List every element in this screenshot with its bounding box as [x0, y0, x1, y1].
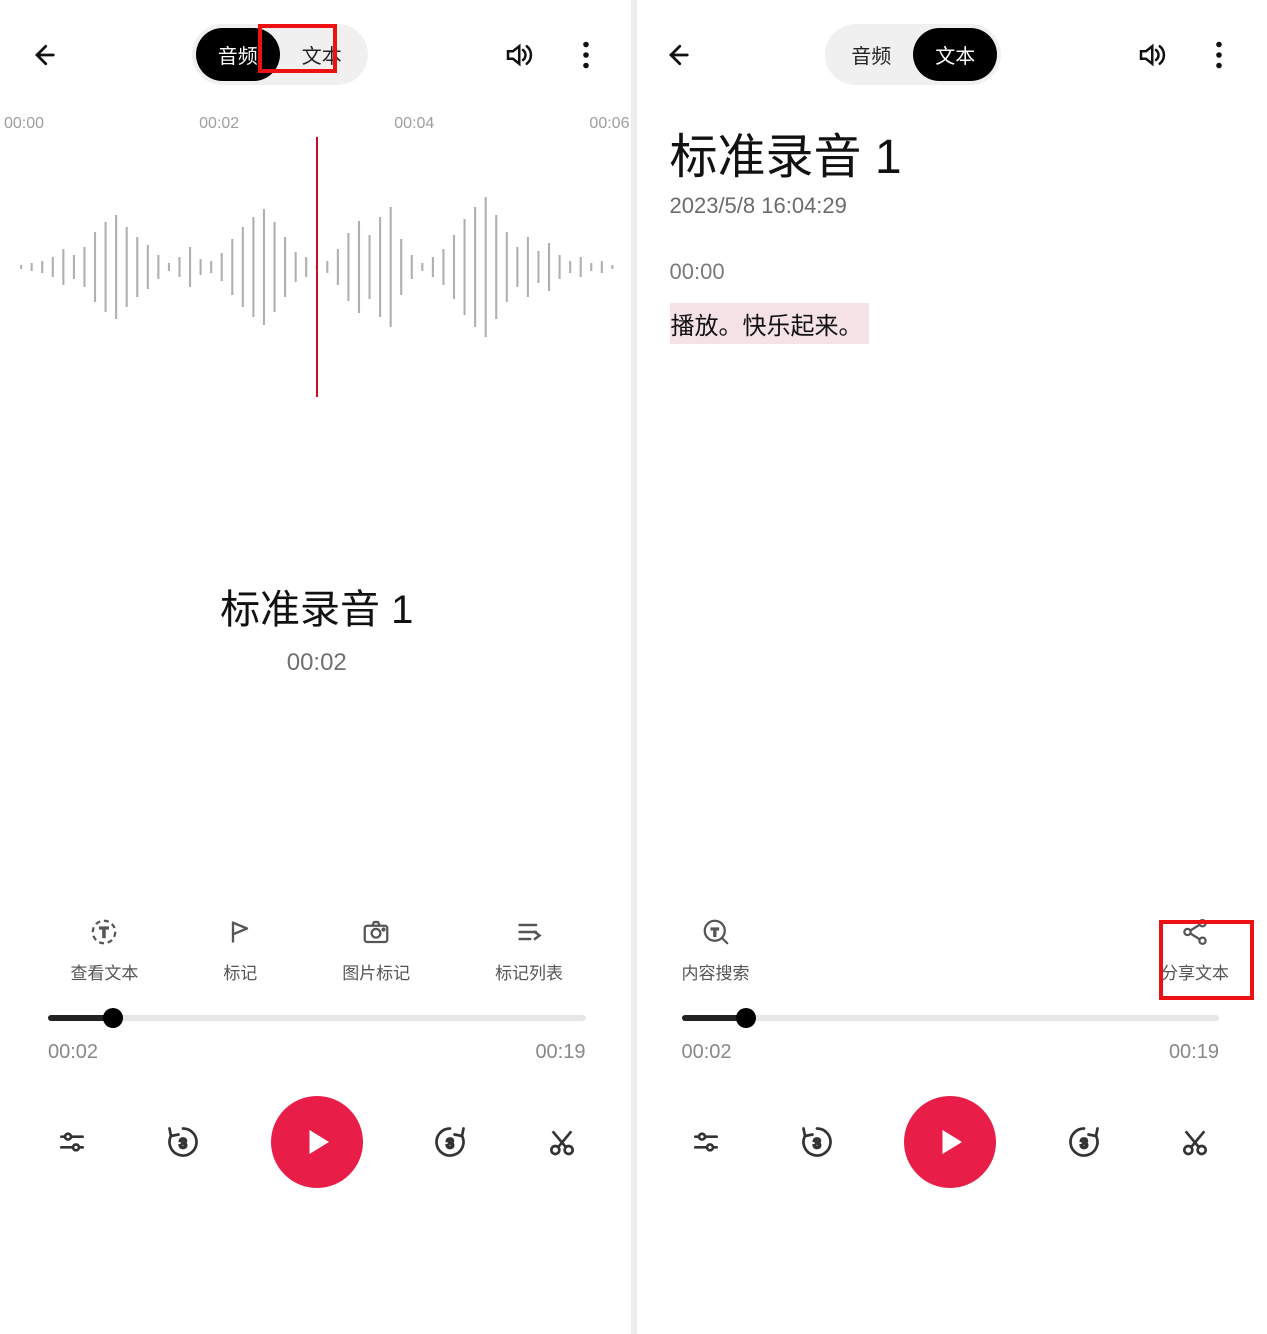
- content-search-button[interactable]: T 内容搜索: [682, 915, 750, 984]
- mark-list-button[interactable]: 标记列表: [495, 915, 563, 984]
- forward-3s-button[interactable]: 3: [1060, 1118, 1108, 1166]
- content-search-label: 内容搜索: [682, 959, 750, 984]
- rewind-3s-button[interactable]: 3: [793, 1118, 841, 1166]
- slider-current: 00:02: [682, 1041, 732, 1064]
- equalizer-button[interactable]: [48, 1118, 96, 1166]
- mark-button[interactable]: 标记: [223, 915, 257, 984]
- volume-button[interactable]: [498, 35, 538, 75]
- equalizer-button[interactable]: [682, 1118, 730, 1166]
- slider-labels: 00:02 00:19: [682, 1041, 1220, 1064]
- volume-button[interactable]: [1131, 35, 1171, 75]
- recording-title: 标准录音 1: [0, 577, 634, 635]
- trim-button[interactable]: [538, 1118, 586, 1166]
- image-mark-label: 图片标记: [342, 959, 410, 984]
- back-button[interactable]: [22, 35, 62, 75]
- tab-audio[interactable]: 音频: [196, 28, 280, 81]
- camera-icon: [359, 915, 393, 949]
- header: 音频 文本: [634, 0, 1267, 109]
- play-button[interactable]: [904, 1096, 996, 1188]
- playhead-line: [316, 137, 318, 397]
- search-in-text-icon: T: [699, 915, 733, 949]
- playback-controls: 3 3: [634, 1096, 1267, 1188]
- back-button[interactable]: [656, 35, 696, 75]
- waveform-ticks: 00:00 00:02 00:04 00:06: [0, 115, 634, 133]
- slider-labels: 00:02 00:19: [48, 1041, 586, 1064]
- title-block: 标准录音 1 00:02: [0, 577, 634, 677]
- tick-2: 00:04: [394, 115, 434, 133]
- mini-actions: T 查看文本 标记 图片标记 标记列表: [0, 915, 634, 984]
- progress-slider[interactable]: 00:02 00:19: [48, 1015, 586, 1064]
- share-text-label: 分享文本: [1161, 959, 1229, 984]
- text-header: 标准录音 1 2023/5/8 16:04:29: [634, 117, 1267, 219]
- mark-list-label: 标记列表: [495, 959, 563, 984]
- slider-track: [682, 1015, 1220, 1021]
- header-actions: [1131, 35, 1239, 75]
- rewind-3s-button[interactable]: 3: [159, 1118, 207, 1166]
- mark-label: 标记: [223, 959, 257, 984]
- svg-text:3: 3: [446, 1136, 454, 1151]
- more-button[interactable]: [1199, 35, 1239, 75]
- transcript-text[interactable]: 播放。快乐起来。: [670, 303, 869, 344]
- transcript-timestamp: 00:00: [670, 259, 1232, 285]
- svg-text:3: 3: [813, 1136, 821, 1151]
- svg-text:3: 3: [180, 1136, 188, 1151]
- forward-3s-button[interactable]: 3: [426, 1118, 474, 1166]
- mini-actions: T 内容搜索 分享文本: [634, 915, 1267, 984]
- more-button[interactable]: [566, 35, 606, 75]
- slider-track: [48, 1015, 586, 1021]
- tick-0: 00:00: [4, 115, 44, 133]
- view-text-label: 查看文本: [70, 959, 138, 984]
- view-text-button[interactable]: T 查看文本: [70, 915, 138, 984]
- tab-switch: 音频 文本: [825, 24, 1001, 85]
- share-icon: [1178, 915, 1212, 949]
- recording-title: 标准录音 1: [670, 117, 1232, 187]
- slider-total: 00:19: [535, 1041, 585, 1064]
- screen-audio: 音频 文本 00:00 00:02 00:04 00:06: [0, 0, 634, 1334]
- slider-thumb[interactable]: [736, 1008, 756, 1028]
- slider-current: 00:02: [48, 1041, 98, 1064]
- trim-button[interactable]: [1171, 1118, 1219, 1166]
- list-icon: [512, 915, 546, 949]
- tab-text[interactable]: 文本: [913, 28, 997, 81]
- view-text-icon: T: [87, 915, 121, 949]
- svg-text:T: T: [711, 927, 718, 939]
- tab-text[interactable]: 文本: [280, 28, 364, 81]
- waveform[interactable]: [0, 137, 634, 397]
- screen-divider: [631, 0, 637, 1334]
- tab-audio[interactable]: 音频: [829, 28, 913, 81]
- recording-playtime: 00:02: [0, 649, 634, 677]
- recording-date: 2023/5/8 16:04:29: [670, 193, 1232, 219]
- header: 音频 文本: [0, 0, 634, 109]
- transcript-body: 00:00 播放。快乐起来。: [634, 259, 1267, 344]
- tick-1: 00:02: [199, 115, 239, 133]
- image-mark-button[interactable]: 图片标记: [342, 915, 410, 984]
- playback-controls: 3 3: [0, 1096, 634, 1188]
- flag-icon: [223, 915, 257, 949]
- tab-switch: 音频 文本: [192, 24, 368, 85]
- tick-3: 00:06: [589, 115, 629, 133]
- slider-thumb[interactable]: [103, 1008, 123, 1028]
- share-text-button[interactable]: 分享文本: [1161, 915, 1229, 984]
- progress-slider[interactable]: 00:02 00:19: [682, 1015, 1220, 1064]
- svg-text:3: 3: [1080, 1136, 1088, 1151]
- svg-text:T: T: [100, 925, 109, 940]
- play-button[interactable]: [271, 1096, 363, 1188]
- screen-text: 音频 文本 标准录音 1 2023/5/8 16:04:29 00:00 播放。…: [634, 0, 1267, 1334]
- header-actions: [498, 35, 606, 75]
- slider-total: 00:19: [1169, 1041, 1219, 1064]
